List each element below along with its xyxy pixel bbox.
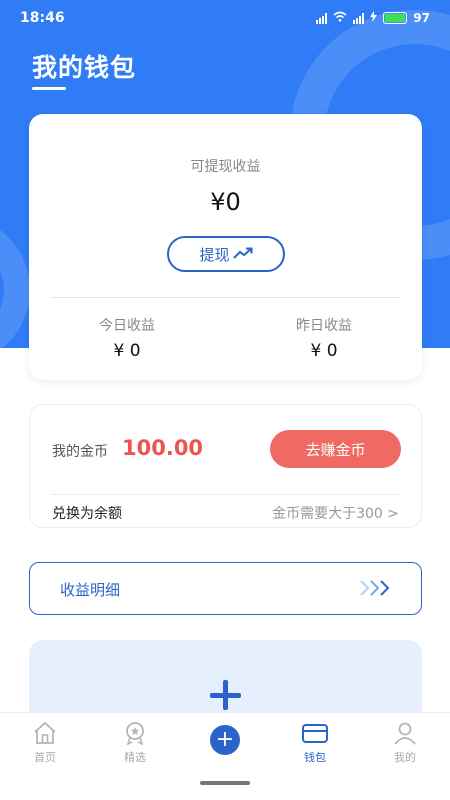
withdraw-label: 提现 <box>199 245 230 264</box>
tab-home[interactable]: 首页 <box>0 721 90 765</box>
withdrawable-label: 可提现收益 <box>190 159 261 175</box>
user-icon <box>394 722 416 745</box>
home-icon <box>34 721 56 744</box>
divider <box>50 297 401 298</box>
exchange-label[interactable]: 兑换为余额 <box>52 503 122 523</box>
page-title: 我的钱包 <box>32 53 137 82</box>
signal-icon <box>316 12 328 24</box>
badge-icon <box>126 722 144 745</box>
plus-circle-icon: + <box>210 725 240 755</box>
divider <box>51 494 400 495</box>
tab-mine-label: 我的 <box>394 751 416 764</box>
triple-chevron-right-icon <box>359 578 395 602</box>
plus-icon <box>210 693 241 698</box>
today-earnings-label: 今日收益 <box>99 318 155 334</box>
wifi-icon <box>333 11 347 25</box>
earnings-detail-label: 收益明细 <box>60 581 121 599</box>
yesterday-earnings-value: ¥ 0 <box>310 341 338 361</box>
battery-level <box>385 14 405 22</box>
status-time: 18:46 <box>20 10 65 26</box>
tab-wallet-label: 钱包 <box>304 751 326 764</box>
earnings-card: 可提现收益 ¥0 提现 今日收益 ¥ 0 昨日收益 ¥ 0 <box>29 114 422 380</box>
battery-icon <box>383 12 408 24</box>
battery-percent: 97 <box>413 11 430 25</box>
exchange-hint[interactable]: 金币需要大于300 > <box>272 503 399 523</box>
decorative-ring <box>0 215 30 348</box>
earnings-detail-row[interactable]: 收益明细 <box>29 562 422 615</box>
coins-card: 我的金币 100.00 去赚金币 兑换为余额 金币需要大于300 > <box>29 404 422 528</box>
status-bar: 18:46 97 <box>0 0 450 36</box>
status-icons: 97 <box>316 11 430 25</box>
title-underline <box>32 87 66 90</box>
tab-featured-label: 精选 <box>124 751 146 764</box>
signal-icon <box>353 12 365 24</box>
coins-value: 100.00 <box>122 436 204 460</box>
tab-mine[interactable]: 我的 <box>360 721 450 765</box>
tab-wallet[interactable]: 钱包 <box>270 721 360 765</box>
today-earnings: 今日收益 ¥ 0 <box>62 315 192 361</box>
tab-home-label: 首页 <box>34 751 56 764</box>
coins-label: 我的金币 <box>52 444 108 460</box>
today-earnings-value: ¥ 0 <box>113 341 141 361</box>
yesterday-earnings-label: 昨日收益 <box>296 318 352 334</box>
wallet-icon <box>302 724 328 743</box>
tab-featured[interactable]: 精选 <box>90 721 180 765</box>
bottom-tab-bar: 首页 精选 + 钱包 我的 <box>0 712 450 800</box>
withdraw-button[interactable]: 提现 <box>167 236 285 272</box>
withdrawable-amount: ¥0 <box>210 188 241 216</box>
charging-icon <box>370 11 378 25</box>
earn-coins-button[interactable]: 去赚金币 <box>270 430 401 468</box>
trend-up-icon <box>232 245 253 263</box>
home-indicator <box>200 781 250 785</box>
tab-add[interactable]: + <box>180 721 270 755</box>
yesterday-earnings: 昨日收益 ¥ 0 <box>259 315 389 361</box>
